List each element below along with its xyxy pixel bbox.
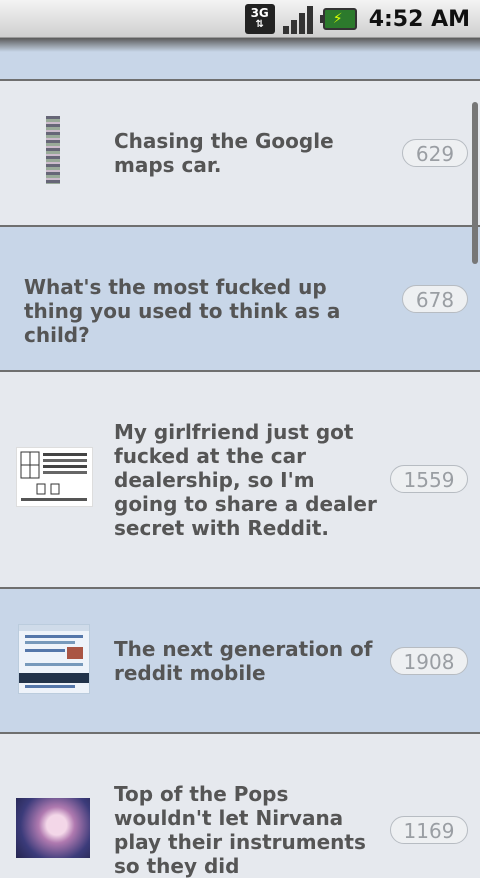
score-badge: 1169 — [390, 816, 468, 844]
post-thumbnail[interactable] — [18, 624, 90, 694]
status-icons: 3G ⇅ ⚡ 4:52 AM — [244, 4, 470, 34]
post-thumbnail[interactable] — [16, 447, 93, 507]
status-bar: 3G ⇅ ⚡ 4:52 AM — [0, 0, 480, 38]
post-title[interactable]: The next generation of reddit mobile — [114, 637, 384, 685]
list-item[interactable]: The next generation of reddit mobile 190… — [0, 589, 480, 734]
top-shadow — [0, 38, 480, 52]
list-item[interactable]: Chasing the Google maps car. 629 — [0, 81, 480, 227]
score-badge: 1908 — [390, 647, 468, 675]
post-title[interactable]: Chasing the Google maps car. — [114, 129, 384, 177]
score-badge: 678 — [402, 285, 468, 313]
chart-thumbnail-icon — [20, 451, 87, 501]
post-title[interactable]: Top of the Pops wouldn't let Nirvana pla… — [114, 782, 384, 878]
score-badge: 629 — [402, 139, 468, 167]
post-thumbnail[interactable] — [16, 798, 90, 858]
battery-icon: ⚡ — [319, 8, 357, 30]
post-title[interactable]: What's the most fucked up thing you used… — [24, 275, 384, 347]
clock: 4:52 AM — [368, 6, 470, 32]
app-screenshot-icon — [19, 625, 89, 688]
post-title[interactable]: My girlfriend just got fucked at the car… — [114, 420, 384, 540]
scrollbar[interactable] — [472, 102, 478, 264]
score-badge: 1559 — [390, 465, 468, 493]
data-arrows-icon: ⇅ — [255, 19, 264, 30]
signal-strength-icon — [282, 4, 315, 34]
network-label: 3G — [250, 6, 269, 20]
post-thumbnail[interactable] — [46, 116, 60, 184]
list-item[interactable]: Top of the Pops wouldn't let Nirvana pla… — [0, 734, 480, 878]
list-item[interactable]: My girlfriend just got fucked at the car… — [0, 372, 480, 589]
network-3g-icon: 3G ⇅ — [244, 4, 275, 34]
list-item[interactable]: What's the most fucked up thing you used… — [0, 227, 480, 372]
